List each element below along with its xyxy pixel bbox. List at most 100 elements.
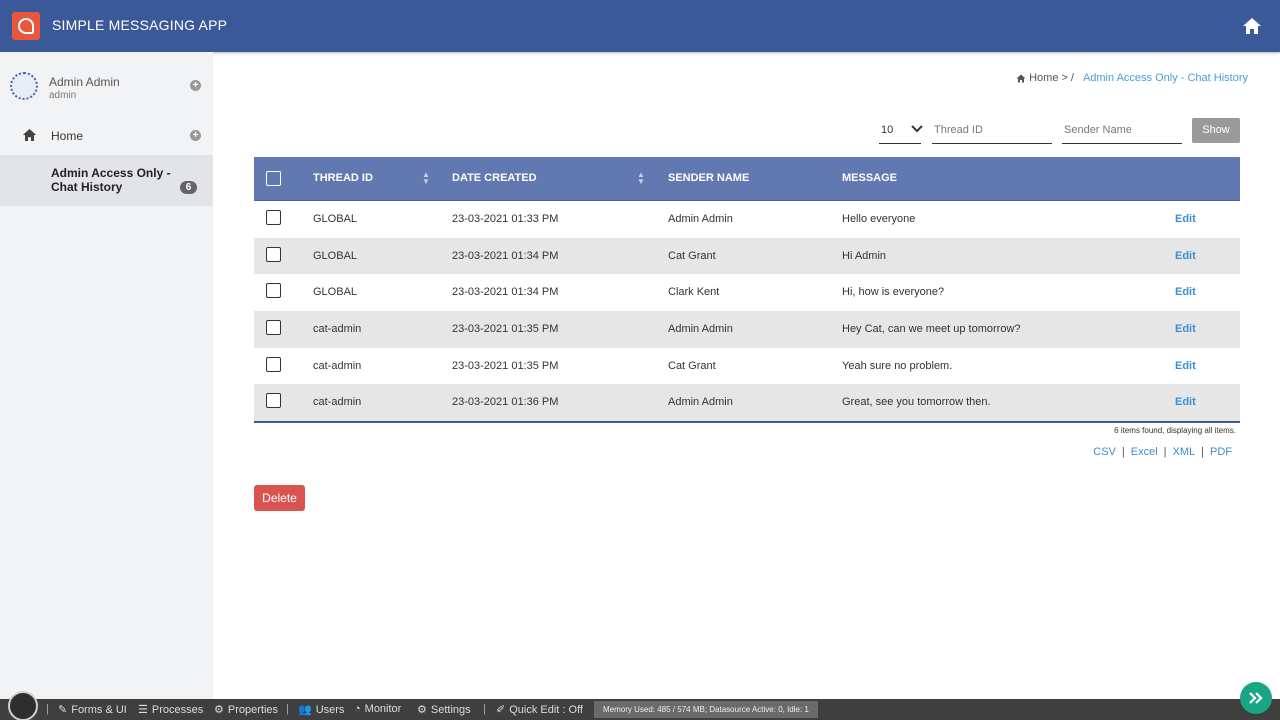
select-all-checkbox[interactable]	[266, 171, 281, 186]
expand-panel-button[interactable]	[1240, 682, 1272, 714]
sidebar-item-chat-history[interactable]: Admin Access Only - Chat History 6	[0, 155, 213, 206]
sort-icon[interactable]: ▲ ▼	[422, 171, 430, 186]
processes-label: Processes	[151, 703, 204, 716]
export-csv-link[interactable]: CSV	[1093, 446, 1116, 458]
chevron-down-icon	[911, 125, 923, 133]
edit-icon: ✎	[58, 704, 68, 716]
platform-logo-icon[interactable]	[8, 691, 38, 720]
home-button[interactable]	[1236, 10, 1268, 42]
sender-name-input[interactable]: Sender Name	[1062, 118, 1182, 144]
quick-edit-label: Quick Edit : Off	[509, 703, 583, 716]
row-checkbox[interactable]	[266, 393, 281, 409]
sidebar: Admin Admin admin + Home + Admin Access …	[0, 52, 213, 699]
edit-link[interactable]: Edit	[1175, 396, 1196, 408]
column-header-message: MESSAGE	[842, 172, 898, 184]
home-icon	[1243, 18, 1261, 34]
home-icon	[22, 129, 37, 141]
admin-bottom-bar: | ✎ Forms & UI ☰ Processes ⚙ Properties | 👥…	[0, 691, 1280, 720]
expand-plus-icon[interactable]: +	[190, 80, 201, 91]
cell-date-created: 23-03-2021 01:35 PM	[452, 359, 559, 372]
bar-separator: |	[286, 703, 289, 715]
export-separator: |	[1121, 446, 1125, 458]
page-size-select[interactable]: 10	[879, 118, 923, 144]
monitor-button[interactable]: ◔ Monitor	[354, 703, 401, 715]
count-badge: 6	[180, 181, 197, 194]
cell-sender-name: Admin Admin	[668, 396, 733, 409]
cell-sender-name: Admin Admin	[668, 213, 733, 225]
forms-ui-label: Forms & UI	[71, 703, 127, 716]
cell-date-created: 23-03-2021 01:36 PM	[452, 396, 559, 409]
logo-mark	[18, 18, 34, 34]
export-separator: |	[1201, 446, 1204, 458]
app-logo[interactable]	[12, 12, 40, 40]
breadcrumb-home[interactable]: Home	[1029, 72, 1058, 84]
show-button[interactable]: Show	[1192, 118, 1240, 143]
export-excel-link[interactable]: Excel	[1131, 446, 1158, 458]
cell-sender-name: Clark Kent	[668, 286, 720, 299]
settings-button[interactable]: ⚙ Settings	[417, 703, 471, 717]
expand-plus-icon[interactable]: +	[190, 130, 201, 141]
export-separator: |	[1163, 446, 1167, 458]
sort-icon[interactable]: ▲ ▼	[637, 171, 645, 186]
row-checkbox[interactable]	[266, 210, 281, 225]
sidebar-item-home[interactable]: Home +	[0, 122, 213, 150]
cell-thread-id: GLOBAL	[313, 286, 358, 299]
cell-message: Great, see you tomorrow then.	[842, 396, 991, 409]
row-checkbox[interactable]	[266, 320, 281, 336]
row-checkbox[interactable]	[266, 246, 281, 262]
quick-edit-toggle[interactable]: ✐ Quick Edit : Off	[496, 703, 583, 717]
cell-thread-id: cat-admin	[313, 396, 362, 409]
cell-thread-id: cat-admin	[313, 323, 362, 336]
table-row: GLOBAL 23-03-2021 01:33 PM Admin Admin H…	[254, 201, 1240, 238]
edit-link[interactable]: Edit	[1175, 323, 1196, 335]
breadcrumb: Home > / Admin Access Only - Chat Histor…	[1016, 72, 1248, 84]
row-checkbox[interactable]	[266, 356, 281, 372]
table-row: cat-admin 23-03-2021 01:35 PM Cat Grant …	[254, 348, 1240, 385]
delete-button[interactable]: Delete	[254, 485, 305, 511]
chat-history-table: THREAD ID ▲ ▼ DATE CREATED ▲ ▼ SENDER NAME…	[254, 157, 1240, 424]
column-header-thread-id[interactable]: THREAD ID	[313, 172, 373, 184]
table-row: cat-admin 23-03-2021 01:36 PM Admin Admi…	[254, 384, 1240, 422]
avatar	[10, 72, 38, 100]
cell-message: Hello everyone	[842, 213, 916, 225]
users-icon: 👥	[298, 704, 312, 716]
bar-separator: |	[483, 703, 486, 715]
cell-message: Yeah sure no problem.	[842, 359, 953, 372]
column-header-date-created[interactable]: DATE CREATED	[452, 172, 537, 184]
items-summary: 6 items found, displaying all items.	[1114, 426, 1236, 435]
table-header: THREAD ID ▲ ▼ DATE CREATED ▲ ▼ SENDER NAME…	[254, 157, 1240, 201]
users-button[interactable]: 👥 Users	[298, 703, 345, 717]
processes-button[interactable]: ☰ Processes	[138, 703, 204, 717]
row-checkbox[interactable]	[266, 283, 281, 299]
cell-thread-id: GLOBAL	[313, 249, 358, 262]
top-bar: SIMPLE MESSAGING APP	[0, 0, 1280, 52]
edit-link[interactable]: Edit	[1175, 250, 1196, 262]
cell-thread-id: cat-admin	[313, 359, 362, 372]
edit-link[interactable]: Edit	[1175, 286, 1196, 298]
cell-message: Hey Cat, can we meet up tomorrow?	[842, 323, 1021, 336]
properties-label: Properties	[227, 703, 279, 716]
sender-name-placeholder: Sender Name	[1064, 124, 1132, 136]
breadcrumb-current[interactable]: Admin Access Only - Chat History	[1083, 72, 1248, 84]
edit-link[interactable]: Edit	[1175, 360, 1196, 372]
cell-date-created: 23-03-2021 01:35 PM	[452, 323, 559, 336]
users-label: Users	[315, 703, 345, 716]
export-pdf-link[interactable]: PDF	[1210, 446, 1232, 458]
table-row: GLOBAL 23-03-2021 01:34 PM Clark Kent Hi…	[254, 274, 1240, 311]
thread-id-input[interactable]: Thread ID	[932, 118, 1052, 144]
user-profile[interactable]: Admin Admin admin +	[10, 72, 205, 104]
sidebar-item-label: Home	[51, 129, 84, 143]
page-size-value: 10	[881, 124, 894, 136]
table-row: cat-admin 23-03-2021 01:35 PM Admin Admi…	[254, 311, 1240, 348]
table-row: GLOBAL 23-03-2021 01:34 PM Cat Grant Hi …	[254, 237, 1240, 275]
export-xml-link[interactable]: XML	[1173, 446, 1196, 458]
breadcrumb-separator: /	[1070, 72, 1074, 84]
cell-date-created: 23-03-2021 01:33 PM	[452, 213, 559, 225]
edit-link[interactable]: Edit	[1175, 213, 1196, 225]
table-footer-line	[254, 421, 1240, 424]
properties-button[interactable]: ⚙ Properties	[214, 703, 279, 717]
cell-date-created: 23-03-2021 01:34 PM	[452, 286, 559, 299]
column-header-sender-name: SENDER NAME	[668, 172, 750, 184]
cell-sender-name: Cat Grant	[668, 249, 716, 262]
forms-ui-button[interactable]: ✎ Forms & UI	[58, 703, 127, 717]
